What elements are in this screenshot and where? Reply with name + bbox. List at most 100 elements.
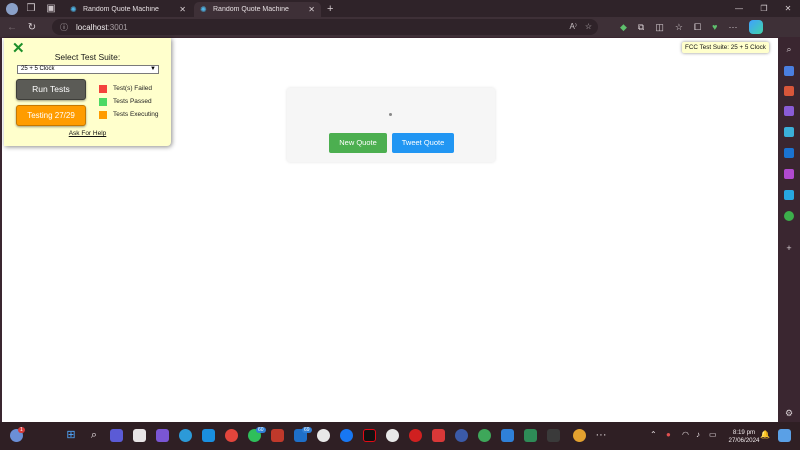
edge-sidebar: ⌕ + ⚙ <box>778 38 800 422</box>
store-icon[interactable] <box>133 429 146 442</box>
games-icon[interactable] <box>784 106 794 116</box>
close-tab-icon[interactable]: ✕ <box>179 5 186 14</box>
legend-passed: Tests Passed <box>99 97 152 106</box>
fcc-suite-badge: FCC Test Suite: 25 + 5 Clock <box>682 42 769 53</box>
toolbar-icons: ◆ ⧉ ◫ ☆ ⧠ ♥ ··· <box>620 17 763 37</box>
tab-random-quote-2[interactable]: ✺ Random Quote Machine ✕ <box>194 2 321 17</box>
favorites-icon[interactable]: ☆ <box>675 22 683 33</box>
clipchamp-icon[interactable] <box>156 429 169 442</box>
app-icon[interactable] <box>478 429 491 442</box>
new-tab-button[interactable]: + <box>327 3 333 15</box>
quote-box: New Quote Tweet Quote <box>287 88 495 162</box>
tools-icon[interactable] <box>784 86 794 96</box>
legend-label: Test(s) Failed <box>113 85 153 92</box>
add-icon[interactable]: + <box>783 242 795 254</box>
skype-icon[interactable] <box>202 429 215 442</box>
app-tray-icon[interactable]: ● <box>666 430 671 439</box>
gmail-icon[interactable] <box>432 429 445 442</box>
designer-icon[interactable] <box>784 169 794 179</box>
copilot-icon[interactable] <box>748 20 763 34</box>
app-icon[interactable] <box>524 429 537 442</box>
bell-icon[interactable]: 🔔 <box>760 430 770 439</box>
extensions-puzzle-icon[interactable]: ⧉ <box>638 22 644 33</box>
tweet-quote-button[interactable]: Tweet Quote <box>392 133 454 153</box>
legend-executing: Tests Executing <box>99 110 159 119</box>
read-aloud-icon[interactable]: A⁾ <box>570 22 577 31</box>
edge-icon[interactable] <box>179 429 192 442</box>
teams-icon[interactable] <box>110 429 123 442</box>
app-icon[interactable] <box>547 429 560 442</box>
more-menu-icon[interactable]: ··· <box>729 22 738 32</box>
split-screen-icon[interactable]: ◫ <box>655 22 664 33</box>
tree-icon[interactable] <box>784 211 794 221</box>
url-port: :3001 <box>107 22 128 32</box>
tab-title: Random Quote Machine <box>213 6 289 13</box>
run-tests-button[interactable]: Run Tests <box>16 79 86 100</box>
facebook-icon[interactable] <box>340 429 353 442</box>
notification-badge: 1 <box>18 427 25 433</box>
tab-random-quote-1[interactable]: ✺ Random Quote Machine ✕ <box>64 2 192 17</box>
minimize-icon[interactable]: — <box>726 0 752 17</box>
office-icon[interactable] <box>784 127 794 137</box>
battery-icon[interactable]: ▭ <box>709 430 717 439</box>
record-icon[interactable] <box>409 429 422 442</box>
testing-progress-button[interactable]: Testing 27/29 <box>16 105 86 126</box>
executing-swatch <box>99 110 107 119</box>
profile-avatar-icon[interactable] <box>6 2 18 15</box>
tab-title: Random Quote Machine <box>83 6 159 13</box>
search-icon[interactable]: ⌕ <box>87 428 101 442</box>
legend-failed: Test(s) Failed <box>99 84 152 93</box>
react-favicon-icon: ✺ <box>70 4 77 14</box>
chevron-up-icon[interactable]: ⌃ <box>650 430 657 439</box>
maximize-icon[interactable]: ❐ <box>751 0 777 17</box>
browser-essentials-icon[interactable]: ♥ <box>712 22 717 32</box>
close-tab-icon[interactable]: ✕ <box>308 5 315 14</box>
telegram-icon[interactable] <box>784 190 794 200</box>
quote-text-placeholder <box>389 113 392 116</box>
url-host: localhost <box>76 22 108 32</box>
react-favicon-icon: ✺ <box>200 4 207 14</box>
browser-tab-bar: ❒ ▣ ✺ Random Quote Machine ✕ ✺ Random Qu… <box>0 0 800 17</box>
outlook-icon[interactable] <box>784 148 794 158</box>
test-suite-select[interactable]: 25 + 5 Clock ▼ <box>17 65 159 74</box>
search-icon[interactable]: ⌕ <box>783 43 795 55</box>
page-viewport: ✕ Select Test Suite: 25 + 5 Clock ▼ Run … <box>2 38 778 422</box>
extension-icon[interactable]: ◆ <box>620 22 627 33</box>
netflix-icon[interactable] <box>363 429 376 442</box>
legend-label: Tests Executing <box>113 111 159 118</box>
volume-icon[interactable]: ♪ <box>696 430 700 439</box>
site-info-icon[interactable]: ⓘ <box>60 22 68 33</box>
url-field[interactable]: ⓘ localhost :3001 A⁾ ☆ <box>52 19 598 35</box>
workspaces-icon[interactable]: ❒ <box>24 2 38 16</box>
windows-taskbar: 1 ⊞ ⌕ 60 69 ··· ⌃ ● ◠ ♪ ▭ 8:19 pm 27/06/… <box>0 422 800 450</box>
gear-icon[interactable]: ⚙ <box>783 407 795 419</box>
new-quote-button[interactable]: New Quote <box>329 133 387 153</box>
chrome-icon[interactable] <box>225 429 238 442</box>
start-icon[interactable]: ⊞ <box>64 428 78 442</box>
chevron-down-icon: ▼ <box>150 66 156 72</box>
passed-swatch <box>99 97 107 106</box>
wifi-icon[interactable]: ◠ <box>682 430 689 439</box>
address-bar-row: ← ↻ ⓘ localhost :3001 A⁾ ☆ ◆ ⧉ ◫ ☆ ⧠ ♥ ·… <box>0 17 800 37</box>
shopping-tag-icon[interactable] <box>784 66 794 76</box>
app-icon[interactable] <box>271 429 284 442</box>
selected-suite: 25 + 5 Clock <box>21 66 55 72</box>
close-window-icon[interactable]: ✕ <box>775 0 800 17</box>
messenger-icon[interactable] <box>386 429 399 442</box>
chrome-profile-icon[interactable] <box>573 429 586 442</box>
refresh-icon[interactable]: ↻ <box>24 22 40 33</box>
legend-label: Tests Passed <box>113 98 152 105</box>
vscode-icon[interactable] <box>501 429 514 442</box>
favorite-star-icon[interactable]: ☆ <box>585 22 592 31</box>
back-arrow-icon[interactable]: ← <box>4 22 20 33</box>
tab-actions-icon[interactable]: ▣ <box>44 2 58 16</box>
word-app-icon[interactable] <box>455 429 468 442</box>
more-icon[interactable]: ··· <box>594 428 608 442</box>
test-suite-heading: Select Test Suite: <box>54 52 121 62</box>
chat-icon[interactable] <box>317 429 330 442</box>
collections-icon[interactable]: ⧠ <box>694 22 701 33</box>
whatsapp-badge: 60 <box>256 427 266 433</box>
failed-swatch <box>99 84 107 93</box>
copilot-icon[interactable] <box>778 429 791 442</box>
ask-for-help-link[interactable]: Ask For Help <box>4 130 171 137</box>
